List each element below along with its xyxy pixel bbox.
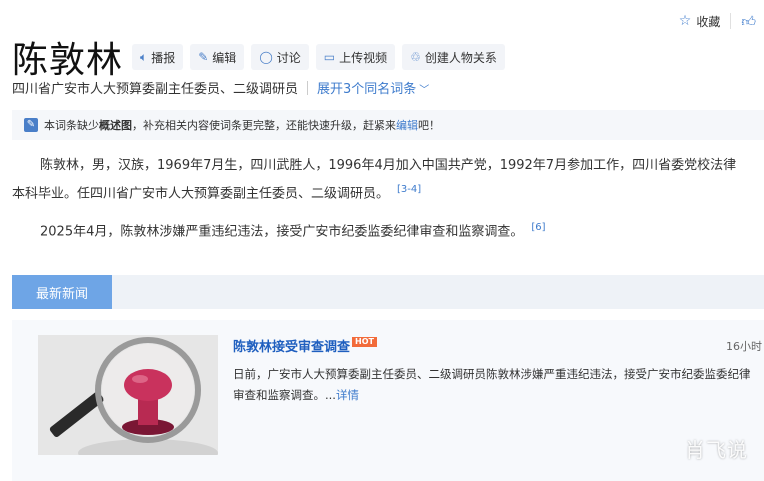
subtitle-row: 四川省广安市人大预算委副主任委员、二级调研员 展开3个同名词条 ﹀ xyxy=(12,78,429,97)
paragraph-text: 陈敦林，男，汉族，1969年7月生，四川武胜人，1996年4月加入中国共产党，1… xyxy=(40,158,737,173)
page-title: 陈敦林 xyxy=(12,40,124,81)
pencil-icon: ✎ xyxy=(198,50,209,64)
notice-prefix: 本词条缺少 xyxy=(44,119,99,132)
broadcast-button[interactable]: 🔈︎ 播报 xyxy=(132,44,184,70)
tab-latest-news[interactable]: 最新新闻 xyxy=(12,275,112,309)
news-summary-line: 审查和监察调查。... xyxy=(233,388,336,402)
expand-label: 展开3个同名词条 xyxy=(317,82,417,97)
news-section-header: 最新新闻 xyxy=(12,275,764,309)
details-link[interactable]: 详情 xyxy=(336,388,359,402)
title-row: 陈敦林 🔈︎ 播报 ✎ 编辑 ◯ 讨论 ▭ 上传视频 ♲ 创建人物关系 xyxy=(12,31,512,83)
expand-homonyms-link[interactable]: 展开3个同名词条 ﹀ xyxy=(317,78,429,97)
citation-link[interactable]: [6] xyxy=(531,222,545,233)
notice-suffix: 吧！ xyxy=(418,119,440,132)
news-summary-line: 日前，广安市人大预算委副主任委员、二级调研员陈敦林涉嫌严重违纪违法，接受广安市纪… xyxy=(233,367,751,381)
news-timestamp: 16小时 xyxy=(726,340,762,353)
thumb-up-icon[interactable]: 👍︎ xyxy=(741,13,756,30)
magnifier-pushpin-image xyxy=(38,335,218,455)
watermark: 肖飞说 xyxy=(685,438,748,462)
entry-subtitle: 四川省广安市人大预算委副主任委员、二级调研员 xyxy=(12,82,299,97)
paragraph-text: 2025年4月，陈敦林涉嫌严重违纪违法，接受广安市纪委监委纪律审查和监察调查。 xyxy=(40,224,524,240)
edit-button[interactable]: ✎ 编辑 xyxy=(190,44,245,70)
citation-link[interactable]: [3-4] xyxy=(397,184,421,195)
create-relation-label: 创建人物关系 xyxy=(424,50,497,65)
people-icon: ♲ xyxy=(410,50,421,64)
star-icon: ☆ xyxy=(678,13,692,29)
comment-icon: ◯ xyxy=(259,50,273,64)
edit-label: 编辑 xyxy=(212,50,237,65)
discuss-button[interactable]: ◯ 讨论 xyxy=(251,44,309,70)
news-summary: 日前，广安市人大预算委副主任委员、二级调研员陈敦林涉嫌严重违纪违法，接受广安市纪… xyxy=(233,364,763,406)
paragraph-text: 本科毕业。任四川省广安市人大预算委副主任委员、二级调研员。 xyxy=(12,186,390,202)
speaker-icon: 🔈︎ xyxy=(140,49,148,64)
news-list-item[interactable]: 陈敦林接受审查调查 HOT 16小时 日前，广安市人大预算委副主任委员、二级调研… xyxy=(12,320,764,481)
chevron-down-icon: ﹀ xyxy=(419,85,430,96)
broadcast-label: 播报 xyxy=(151,50,176,65)
edit-pen-icon: ✎ xyxy=(24,118,38,132)
divider xyxy=(307,80,309,95)
upload-video-label: 上传视频 xyxy=(339,50,388,65)
paragraph-1-line-1: 陈敦林，男，汉族，1969年7月生，四川武胜人，1996年4月加入中国共产党，1… xyxy=(12,154,764,178)
collect-button[interactable]: ☆ 收藏 xyxy=(679,13,721,30)
collect-label: 收藏 xyxy=(696,14,721,29)
create-relation-button[interactable]: ♲ 创建人物关系 xyxy=(402,44,505,70)
hot-badge: HOT xyxy=(352,336,377,347)
paragraph-2: 2025年4月，陈敦林涉嫌严重违纪违法，接受广安市纪委监委纪律审查和监察调查。 [… xyxy=(12,216,764,244)
video-icon: ▭ xyxy=(323,50,336,64)
upload-video-button[interactable]: ▭ 上传视频 xyxy=(315,44,396,70)
notice-bold: 概述图 xyxy=(99,119,132,132)
missing-image-notice: ✎ 本词条缺少 概述图 ，补充相关内容使词条更完整，还能快速升级，赶紧来 编辑 吧！ xyxy=(12,110,764,140)
divider xyxy=(730,13,732,29)
notice-edit-link[interactable]: 编辑 xyxy=(396,117,418,133)
paragraph-1-line-2: 本科毕业。任四川省广安市人大预算委副主任委员、二级调研员。 [3-4] xyxy=(12,178,764,206)
top-toolbar: ☆ 收藏 👍︎ xyxy=(679,10,764,32)
action-bar: 🔈︎ 播报 ✎ 编辑 ◯ 讨论 ▭ 上传视频 ♲ 创建人物关系 xyxy=(132,44,512,70)
news-title-row: 陈敦林接受审查调查 HOT xyxy=(233,336,377,355)
notice-middle: ，补充相关内容使词条更完整，还能快速升级，赶紧来 xyxy=(132,119,396,132)
discuss-label: 讨论 xyxy=(276,50,301,65)
news-thumbnail[interactable] xyxy=(38,335,218,455)
news-title-link[interactable]: 陈敦林接受审查调查 xyxy=(233,336,350,355)
